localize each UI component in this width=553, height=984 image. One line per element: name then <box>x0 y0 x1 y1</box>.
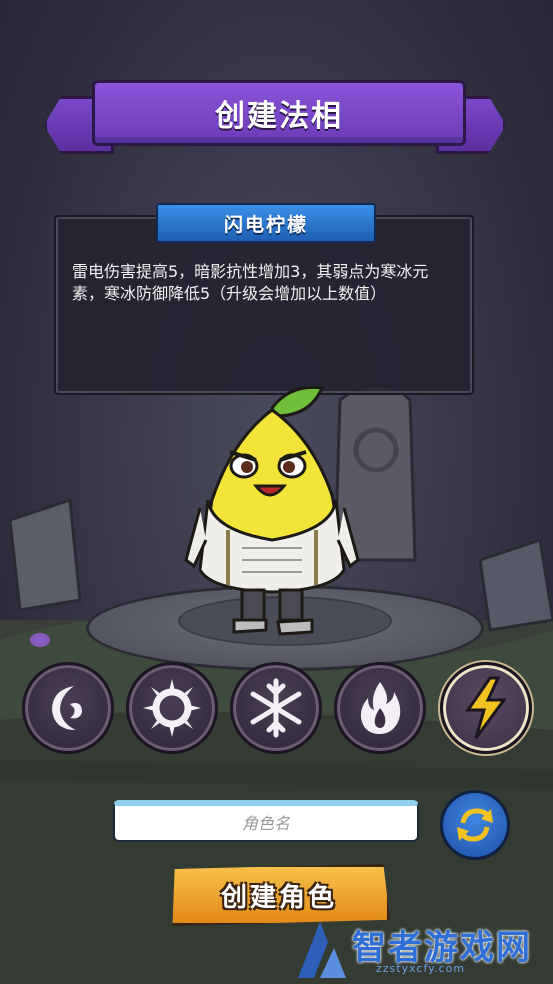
element-light-button[interactable] <box>126 662 218 754</box>
element-fire-button[interactable] <box>334 662 426 754</box>
create-character-button[interactable]: 创建角色 <box>172 864 390 926</box>
character-name-input[interactable] <box>113 800 419 842</box>
element-shadow-button[interactable] <box>22 662 114 754</box>
sun-ring-icon <box>143 679 201 737</box>
character-class-tab: 闪电柠檬 <box>156 203 376 243</box>
element-lightning-button[interactable] <box>440 662 532 754</box>
lightning-icon <box>465 676 507 739</box>
element-selector <box>22 662 534 754</box>
element-ice-button[interactable] <box>230 662 322 754</box>
watermark-url: zzstyxcfy.com <box>376 962 466 975</box>
refresh-icon <box>457 808 493 842</box>
shadow-moon-icon <box>52 686 82 730</box>
page-title: 创建法相 <box>92 80 466 146</box>
random-name-button[interactable] <box>440 790 510 860</box>
site-watermark: 智者游戏网 zzstyxcfy.com <box>290 918 552 982</box>
fire-icon <box>360 682 401 734</box>
description-text: 雷电伤害提高5，暗影抗性增加3，其弱点为寒冰元素，寒冰防御降低5（升级会增加以上… <box>72 262 429 303</box>
snowflake-icon <box>250 678 302 738</box>
title-ribbon: 创建法相 <box>40 78 510 158</box>
watermark-logo-icon <box>298 922 346 978</box>
lemon-character <box>184 385 360 636</box>
